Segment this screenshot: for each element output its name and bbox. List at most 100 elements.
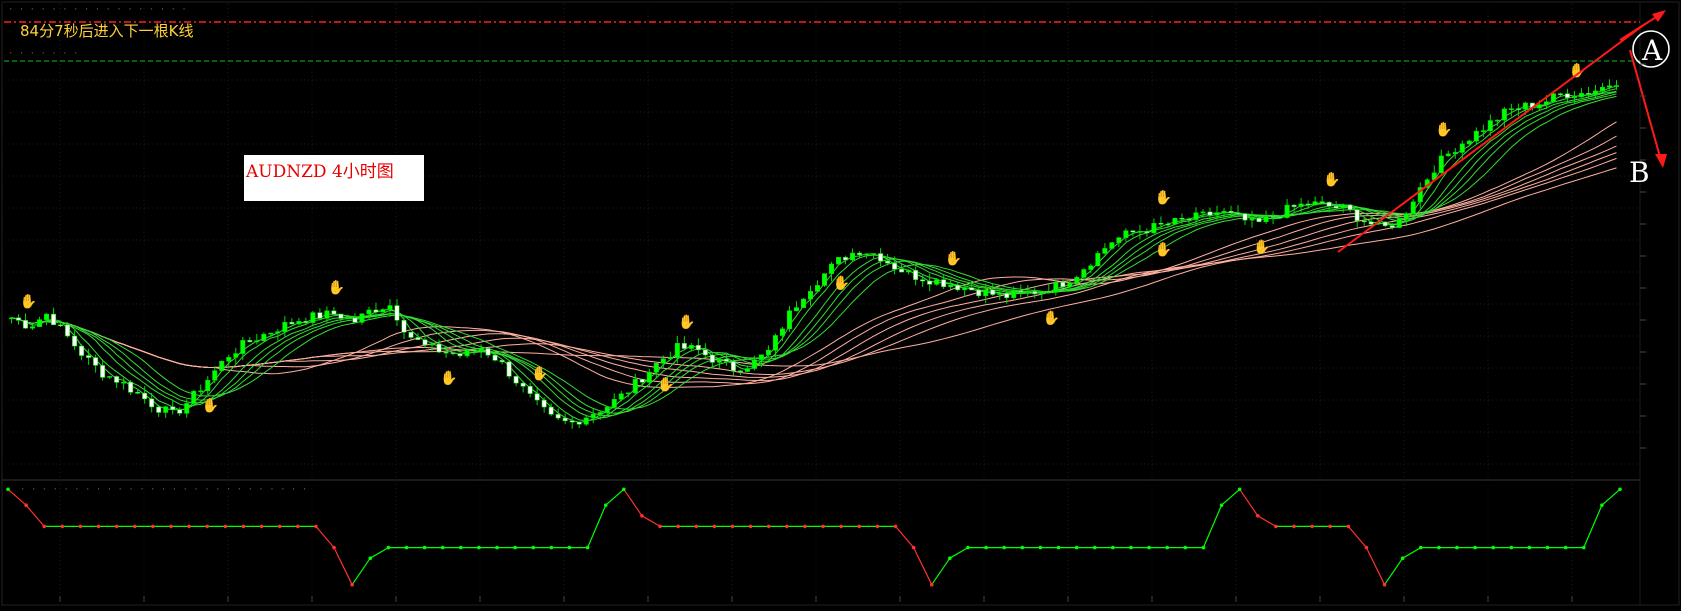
oscillator-point <box>658 524 662 529</box>
candle <box>408 331 414 340</box>
candle <box>1438 149 1444 174</box>
oscillator-point <box>1418 545 1423 550</box>
point-b-label: B <box>1629 156 1650 189</box>
oscillator-point <box>169 524 173 529</box>
candle <box>79 344 85 361</box>
candle <box>1025 285 1031 298</box>
candle <box>1347 204 1353 213</box>
candle <box>1284 199 1290 219</box>
oscillator-point <box>187 524 191 529</box>
oscillator-point <box>1056 545 1061 550</box>
oscillator-segment <box>25 504 45 527</box>
fast-ma-ribbon <box>11 85 1617 423</box>
chart-root: · · · · · · · · · · · · · · · · · · · · … <box>0 0 1681 607</box>
oscillator-point <box>603 503 608 508</box>
candle <box>37 316 43 327</box>
candle <box>16 314 22 325</box>
candle <box>674 335 680 364</box>
oscillator-segment <box>1384 557 1404 586</box>
oscillator-point <box>803 524 807 529</box>
candle <box>1032 286 1038 299</box>
candle <box>1557 92 1563 96</box>
oscillator-point <box>748 524 753 529</box>
oscillator-point <box>948 556 952 560</box>
oscillator-point <box>1002 545 1006 550</box>
oscillator-segment <box>913 547 933 585</box>
oscillator-point <box>205 524 210 529</box>
oscillator-segment <box>1583 504 1603 548</box>
oscillator-point <box>622 487 626 492</box>
oscillator-segment <box>587 504 607 548</box>
candle <box>1102 243 1108 255</box>
oscillator-point <box>1328 524 1333 529</box>
oscillator-point <box>259 524 264 529</box>
top-fractal-icon: ✋ <box>1323 171 1340 188</box>
oscillator-point <box>821 524 825 529</box>
grid <box>4 4 1640 600</box>
candle <box>843 255 849 265</box>
oscillator-point <box>368 556 373 560</box>
candle <box>1508 103 1514 117</box>
oscillator-point <box>78 524 83 529</box>
candle <box>836 257 842 265</box>
oscillator-point <box>60 524 65 529</box>
candle <box>822 273 828 287</box>
oscillator-point <box>1364 545 1369 550</box>
oscillator-segment <box>641 515 661 527</box>
oscillator-point <box>440 545 445 550</box>
oscillator-point <box>1491 545 1496 550</box>
bottom-fractal-icon: ✋ <box>833 274 850 291</box>
oscillator-point <box>295 524 300 529</box>
oscillator-point <box>24 503 28 508</box>
oscillator-point <box>911 545 916 550</box>
candle <box>1235 205 1241 215</box>
oscillator-segment <box>605 488 625 506</box>
candle <box>702 343 708 359</box>
oscillator-point <box>531 545 536 550</box>
oscillator-point <box>42 524 47 529</box>
oscillator-point <box>1473 545 1477 550</box>
candle <box>576 421 582 429</box>
oscillator-point <box>350 582 354 587</box>
candle <box>1081 268 1087 279</box>
oscillator-point <box>1165 545 1169 550</box>
oscillator-point <box>893 524 898 529</box>
oscillator-point <box>875 524 880 529</box>
candle <box>765 345 771 357</box>
symbol-label: AUDNZD 4小时图 <box>246 162 394 182</box>
oscillator-point <box>1201 545 1206 550</box>
oscillator-segment <box>1365 547 1386 585</box>
candle <box>289 318 295 325</box>
candle <box>163 405 169 418</box>
oscillator-point <box>1437 545 1441 550</box>
oscillator-point <box>1129 545 1133 550</box>
candle <box>1340 203 1346 213</box>
oscillator-pane <box>6 487 1622 587</box>
candle <box>569 417 575 429</box>
candle <box>310 310 316 327</box>
oscillator-point <box>676 524 680 529</box>
candle <box>394 299 400 327</box>
fast-ma-line <box>11 95 1617 410</box>
candle <box>927 273 933 292</box>
oscillator-segment <box>1347 526 1367 548</box>
candle <box>457 352 463 359</box>
oscillator-point <box>1545 545 1550 550</box>
bottom-fractal-icon: ✋ <box>202 397 219 414</box>
oscillator-point <box>1219 503 1224 508</box>
oscillator-point <box>1074 545 1079 550</box>
candle <box>1403 211 1409 227</box>
oscillator-segment <box>369 547 389 559</box>
candle <box>156 404 162 417</box>
candle <box>681 336 687 351</box>
oscillator-point <box>1527 545 1532 550</box>
candle <box>1144 228 1150 237</box>
oscillator-point <box>857 524 862 529</box>
oscillator-segment <box>1402 547 1422 559</box>
candle <box>1172 217 1178 226</box>
candle <box>128 380 134 396</box>
oscillator-point <box>422 545 427 550</box>
oscillator-point <box>114 524 119 529</box>
oscillator-point <box>132 524 137 529</box>
candle <box>955 282 961 292</box>
